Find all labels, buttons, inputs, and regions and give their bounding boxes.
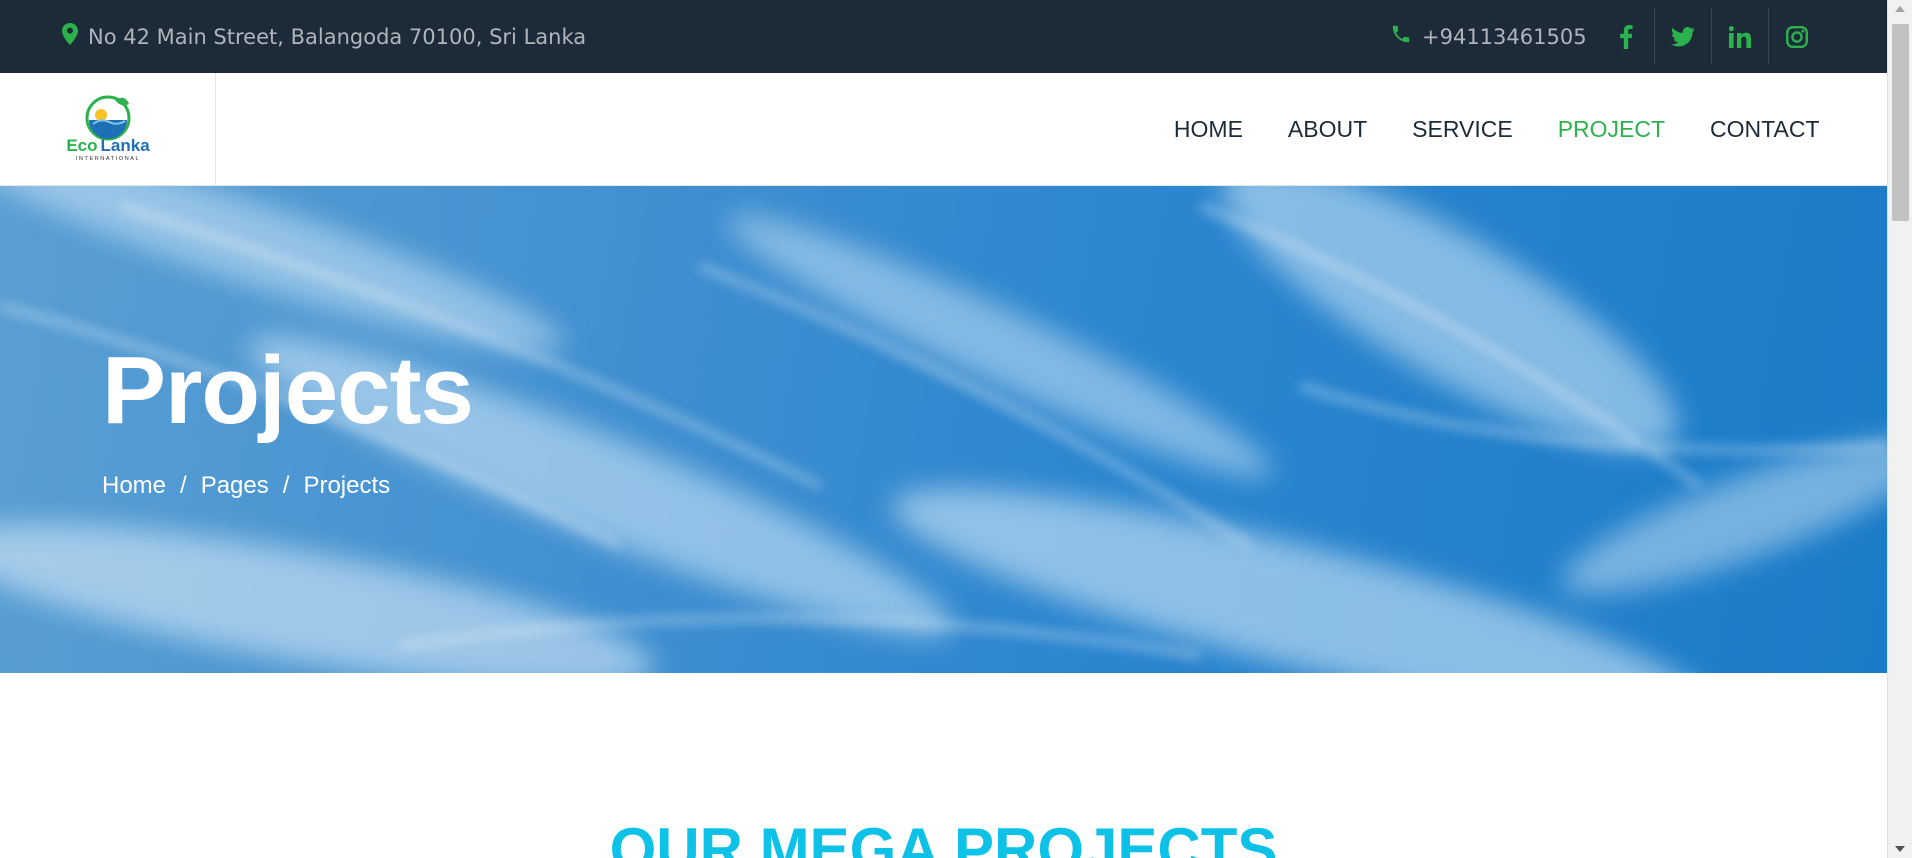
linkedin-icon[interactable]: [1711, 8, 1768, 65]
breadcrumb-current: Projects: [303, 472, 391, 499]
svg-text:EcoLanka: Eco Lanka: [66, 136, 150, 155]
section-heading: OUR MEGA PROJECTS: [609, 816, 1278, 858]
phone-block[interactable]: +94113461505: [1390, 0, 1587, 73]
nav-project[interactable]: PROJECT: [1535, 116, 1687, 143]
breadcrumb-pages[interactable]: Pages: [201, 472, 269, 500]
instagram-icon[interactable]: [1768, 8, 1825, 65]
address-text: No 42 Main Street, Balangoda 70100, Sri …: [88, 24, 587, 49]
phone-text: +94113461505: [1422, 24, 1587, 49]
address-block: No 42 Main Street, Balangoda 70100, Sri …: [62, 0, 586, 73]
nav-home[interactable]: HOME: [1151, 116, 1265, 143]
scroll-up-arrow-icon[interactable]: [1895, 6, 1905, 12]
top-bar: No 42 Main Street, Balangoda 70100, Sri …: [0, 0, 1887, 73]
social-links: [1597, 8, 1825, 65]
breadcrumb-separator: /: [282, 472, 290, 499]
eco-lanka-logo-icon: Eco Lanka INTERNATIONAL: [66, 95, 150, 162]
scrollbar-thumb[interactable]: [1892, 24, 1909, 221]
nav-contact[interactable]: CONTACT: [1688, 116, 1842, 143]
phone-icon: [1390, 23, 1412, 50]
page-hero-banner: Projects Home / Pages / Projects: [0, 186, 1887, 673]
map-marker-icon: [62, 23, 78, 50]
scroll-down-arrow-icon[interactable]: [1895, 846, 1905, 852]
breadcrumb: Home / Pages / Projects: [102, 472, 390, 500]
nav-about[interactable]: ABOUT: [1265, 116, 1389, 143]
nav-service[interactable]: SERVICE: [1390, 116, 1536, 143]
page: No 42 Main Street, Balangoda 70100, Sri …: [0, 0, 1887, 858]
svg-text:INTERNATIONAL: INTERNATIONAL: [75, 156, 139, 162]
main-navbar: Eco Lanka INTERNATIONAL HOME ABOUT SERVIC…: [0, 73, 1887, 186]
page-scrollbar[interactable]: [1887, 0, 1912, 858]
twitter-icon[interactable]: [1654, 8, 1711, 65]
primary-nav: HOME ABOUT SERVICE PROJECT CONTACT: [1151, 73, 1842, 186]
facebook-icon[interactable]: [1597, 8, 1654, 65]
logo[interactable]: Eco Lanka INTERNATIONAL: [0, 73, 216, 186]
page-title: Projects: [102, 337, 474, 444]
breadcrumb-home[interactable]: Home: [102, 472, 166, 500]
breadcrumb-separator: /: [180, 472, 187, 499]
